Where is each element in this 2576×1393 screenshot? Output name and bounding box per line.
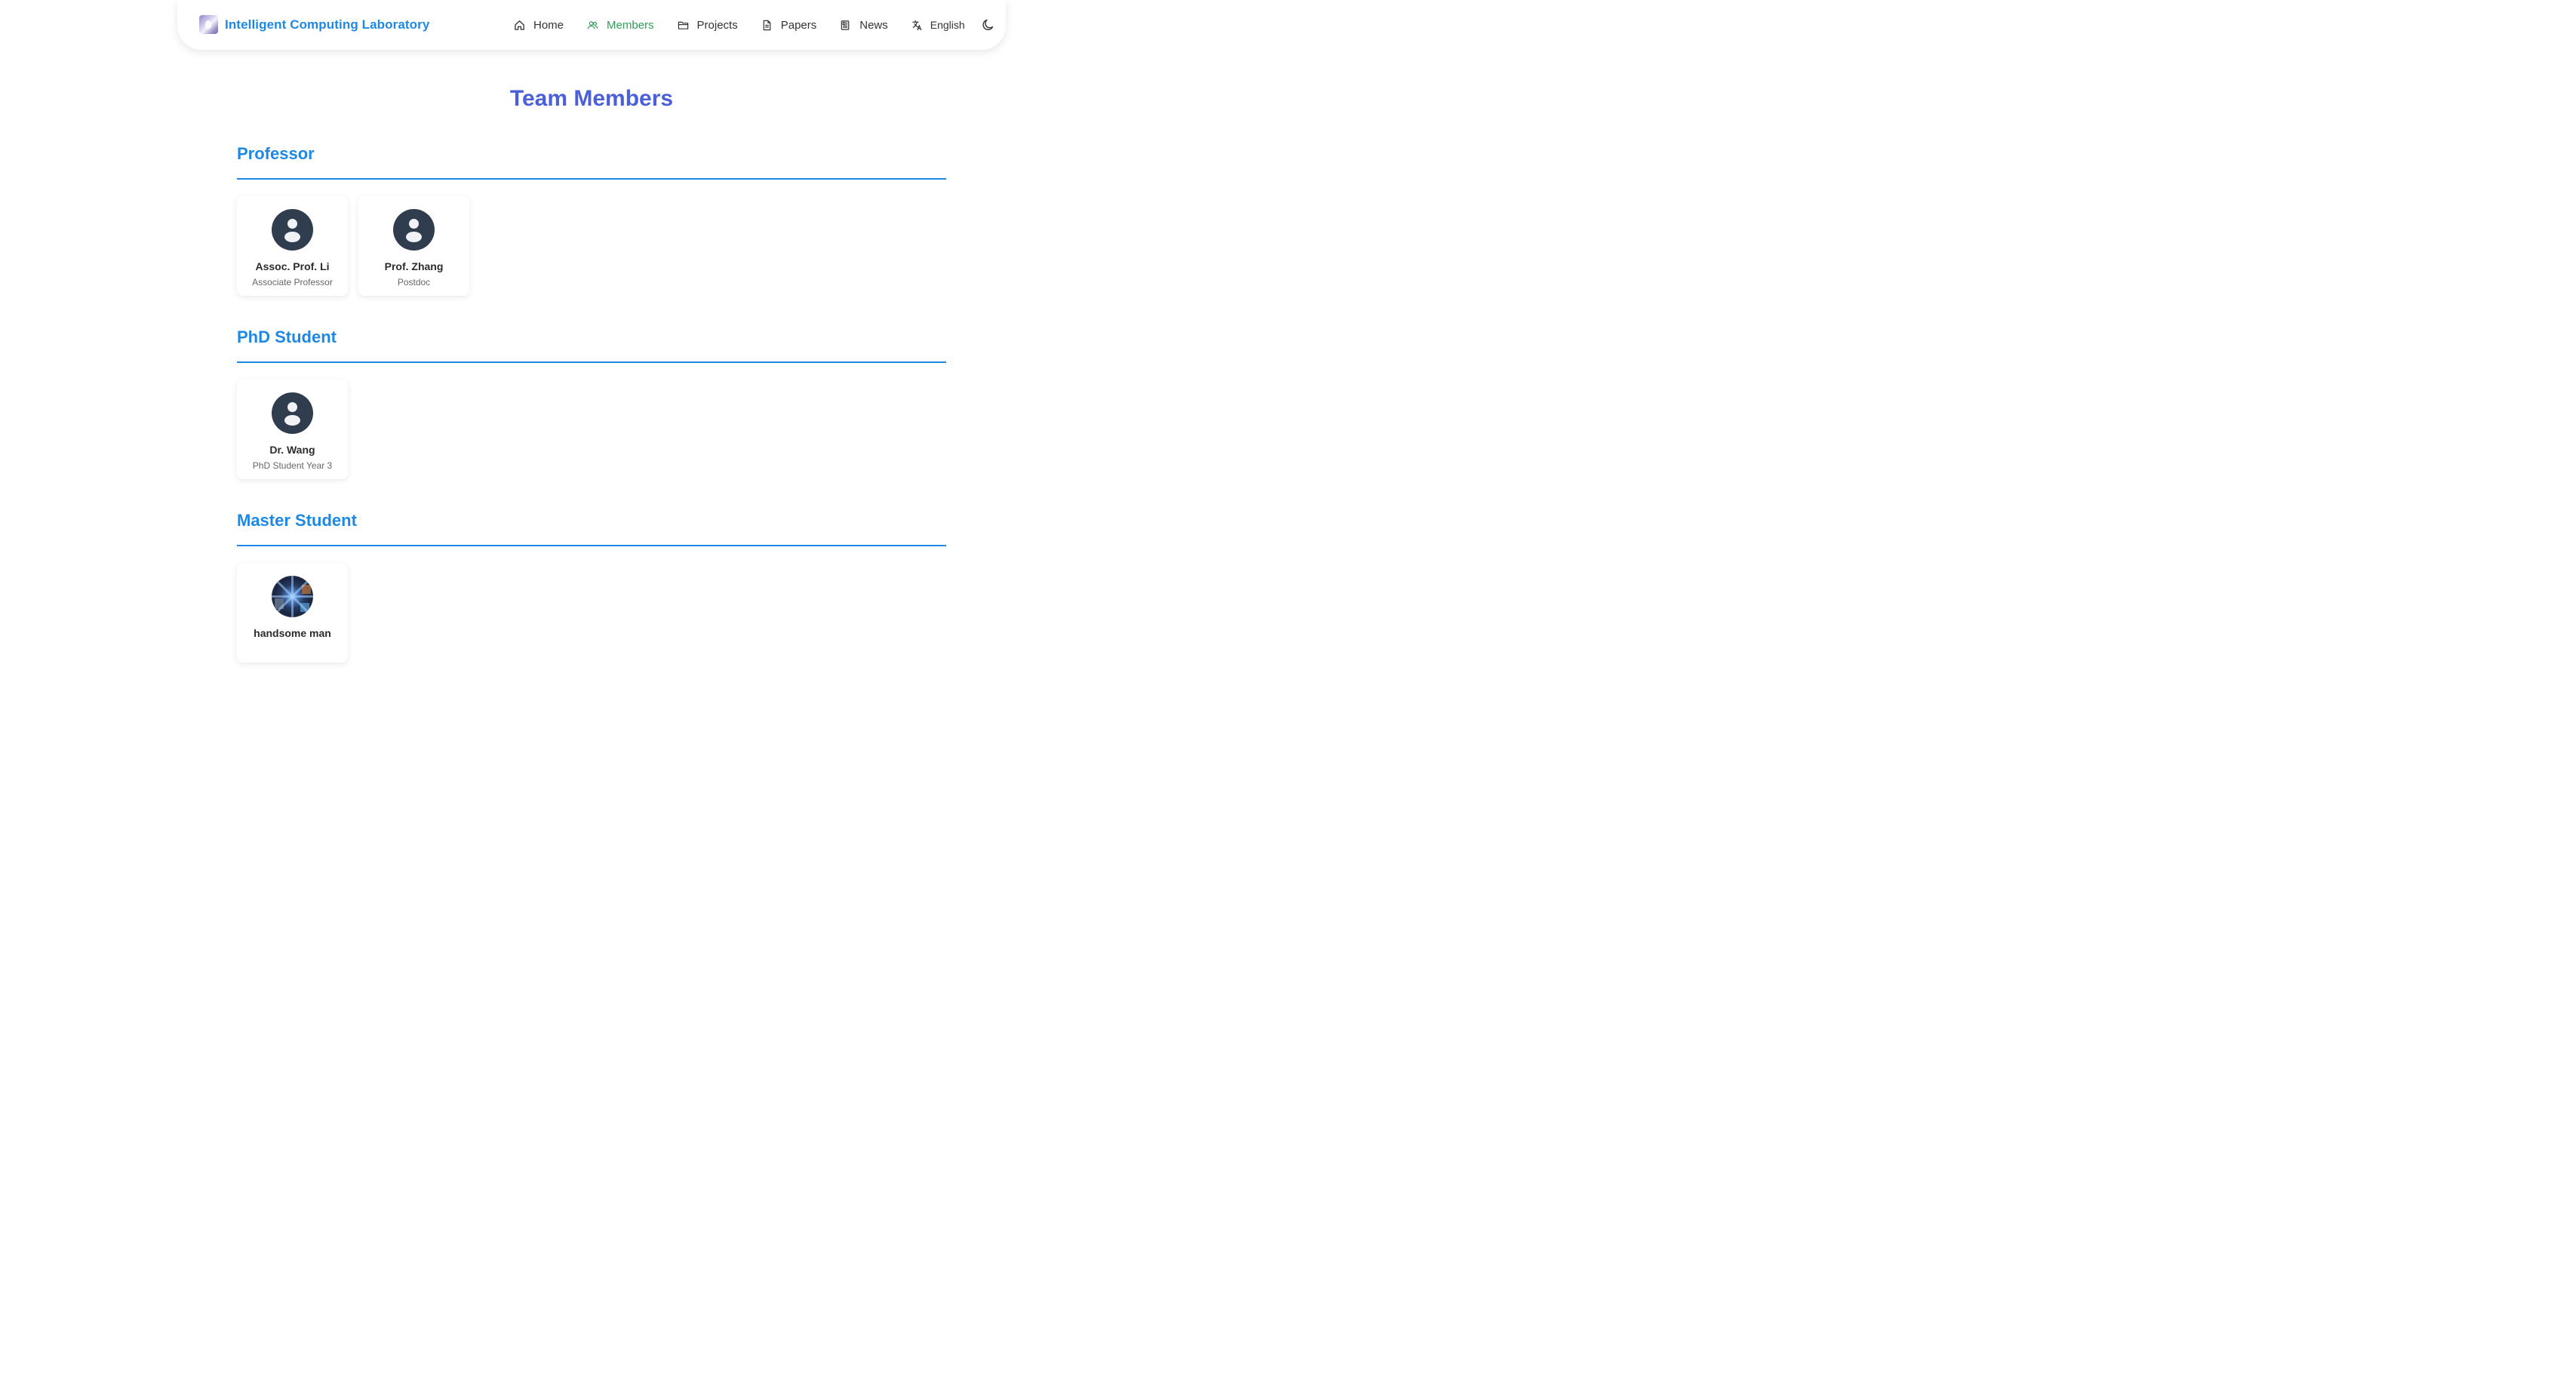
section-title: PhD Student [237,327,337,346]
nav-label-projects: Projects [696,18,738,32]
users-icon [587,20,598,29]
nav-item-home[interactable]: Home [514,14,564,36]
nav-item-news[interactable]: News [840,14,888,36]
document-icon [763,20,771,30]
home-icon [515,20,524,30]
brand-link[interactable]: Intelligent Computing Laboratory [199,15,429,34]
photo-avatar [272,576,313,617]
section-professor: Professor Assoc. Prof. Li Associate Prof… [237,141,946,296]
brand-title: Intelligent Computing Laboratory [225,17,430,32]
main-nav: Home Members Projects Papers News Englis… [514,0,995,50]
section-divider [237,178,946,180]
top-navbar: Intelligent Computing Laboratory Home Me… [177,0,1006,50]
member-card[interactable]: handsome man [237,563,348,663]
member-name: handsome man [254,627,331,639]
language-label: English [930,19,965,31]
section-title: Professor [237,144,315,163]
member-card-list: Dr. Wang PhD Student Year 3 [237,380,946,479]
member-card-list: handsome man [237,563,946,663]
member-name: Assoc. Prof. Li [255,260,330,272]
section-title: Master Student [237,511,357,530]
language-switcher[interactable]: English [911,14,965,36]
default-avatar-icon [272,392,313,434]
member-role: Associate Professor [252,277,333,288]
newspaper-icon [841,20,850,30]
default-avatar-icon [393,209,435,251]
member-card-list: Assoc. Prof. Li Associate Professor Prof… [237,196,946,296]
page-title: Team Members [509,86,674,111]
member-role: Postdoc [397,277,431,288]
member-card[interactable]: Prof. Zhang Postdoc [358,196,469,296]
nav-label-papers: Papers [780,18,817,32]
nav-item-members[interactable]: Members [587,14,654,36]
member-role: PhD Student Year 3 [252,460,333,471]
member-card[interactable]: Assoc. Prof. Li Associate Professor [237,196,348,296]
member-name: Prof. Zhang [384,260,444,272]
moon-icon [982,19,993,30]
member-name: Dr. Wang [269,444,315,456]
section-divider [237,545,946,546]
nav-label-news: News [859,18,888,32]
nav-label-members: Members [607,18,654,32]
section-divider [237,361,946,363]
nav-item-papers[interactable]: Papers [761,14,817,36]
lab-logo-icon [199,15,218,34]
nav-label-home: Home [533,18,564,32]
section-phd-student: PhD Student Dr. Wang PhD Student Year 3 [237,324,946,479]
default-avatar-icon [272,209,313,251]
member-card[interactable]: Dr. Wang PhD Student Year 3 [237,380,348,479]
section-master-student: Master Student handsome man [237,508,946,663]
translate-icon [912,20,922,30]
nav-item-projects[interactable]: Projects [678,14,738,36]
theme-toggle-button[interactable] [982,18,995,32]
folder-icon [678,21,688,29]
